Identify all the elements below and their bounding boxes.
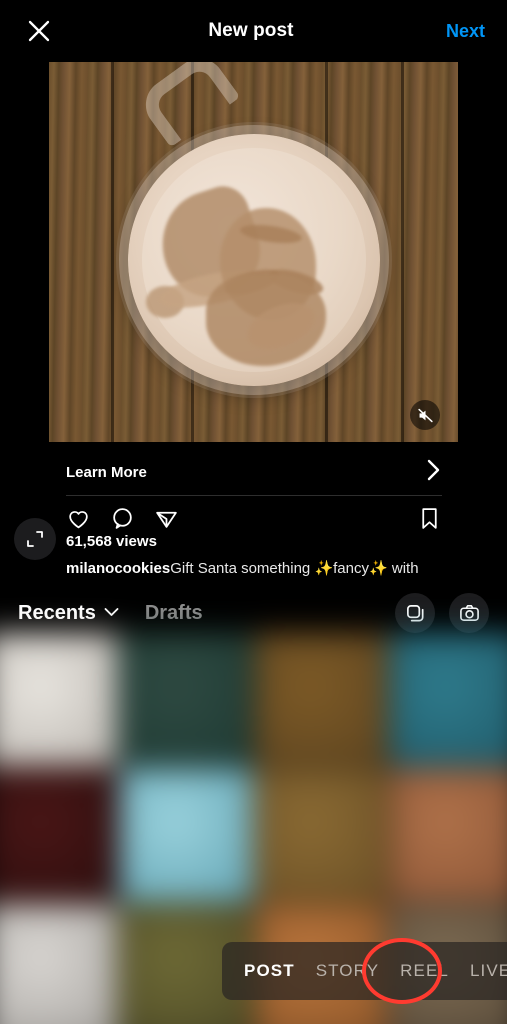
chevron-down-icon bbox=[104, 604, 119, 622]
caption-username[interactable]: milanocookies bbox=[66, 560, 170, 577]
comment-bubble-icon[interactable] bbox=[110, 506, 135, 531]
gallery-thumbnail[interactable] bbox=[119, 632, 253, 767]
sparkle-emoji-1: ✨ bbox=[314, 560, 334, 577]
instagram-new-post-screen: New post Next Learn More 61,568 views mi… bbox=[0, 0, 507, 1024]
post-preview-section: Learn More 61,568 views milanocookiesGif… bbox=[0, 62, 507, 582]
gallery-thumbnail[interactable] bbox=[254, 768, 388, 902]
caption-text-1: Gift Santa something bbox=[170, 560, 315, 577]
gallery-thumbnail[interactable] bbox=[0, 768, 118, 902]
learn-more-label: Learn More bbox=[66, 464, 147, 481]
sparkle-emoji-2: ✨ bbox=[369, 560, 388, 577]
bookmark-icon[interactable] bbox=[417, 506, 442, 531]
latte-art-mug bbox=[127, 133, 380, 386]
gallery-tab-drafts-label: Drafts bbox=[144, 601, 203, 624]
post-caption[interactable]: milanocookiesGift Santa something ✨fancy… bbox=[66, 559, 466, 577]
heart-icon[interactable] bbox=[66, 506, 91, 531]
camera-icon[interactable] bbox=[449, 593, 489, 633]
gallery-thumbnail[interactable] bbox=[0, 632, 118, 767]
caption-text-3: with bbox=[387, 560, 419, 577]
page-title: New post bbox=[208, 20, 294, 41]
capture-mode-story[interactable]: STORY bbox=[316, 961, 379, 981]
expand-crop-icon[interactable] bbox=[14, 518, 56, 560]
media-preview[interactable] bbox=[49, 62, 458, 442]
gallery-thumbnail[interactable] bbox=[389, 768, 507, 902]
gallery-tab-recents-label: Recents bbox=[18, 601, 96, 624]
learn-more-row[interactable]: Learn More bbox=[66, 450, 442, 496]
capture-mode-reel[interactable]: REEL bbox=[400, 961, 449, 981]
gallery-tab-drafts[interactable]: Drafts bbox=[145, 602, 203, 625]
gallery-thumbnail[interactable] bbox=[0, 903, 118, 1024]
chevron-right-icon bbox=[425, 457, 442, 488]
mug-handle bbox=[135, 62, 241, 148]
multi-select-icon[interactable] bbox=[395, 593, 435, 633]
view-count: 61,568 views bbox=[66, 533, 157, 550]
paper-plane-icon[interactable] bbox=[154, 506, 179, 531]
header-bar: New post Next bbox=[0, 0, 507, 62]
next-button[interactable]: Next bbox=[446, 21, 485, 42]
capture-mode-bar: POST STORY REEL LIVE bbox=[222, 942, 507, 1000]
capture-mode-post[interactable]: POST bbox=[244, 961, 295, 981]
gallery-tab-recents[interactable]: Recents bbox=[18, 602, 119, 625]
caption-text-2: fancy bbox=[333, 560, 369, 577]
gallery-thumbnail[interactable] bbox=[389, 632, 507, 767]
close-icon[interactable] bbox=[22, 14, 56, 48]
capture-mode-live[interactable]: LIVE bbox=[470, 961, 507, 981]
gallery-thumbnail[interactable] bbox=[254, 632, 388, 767]
gallery-thumbnail[interactable] bbox=[119, 768, 253, 902]
speaker-muted-icon[interactable] bbox=[410, 400, 440, 430]
